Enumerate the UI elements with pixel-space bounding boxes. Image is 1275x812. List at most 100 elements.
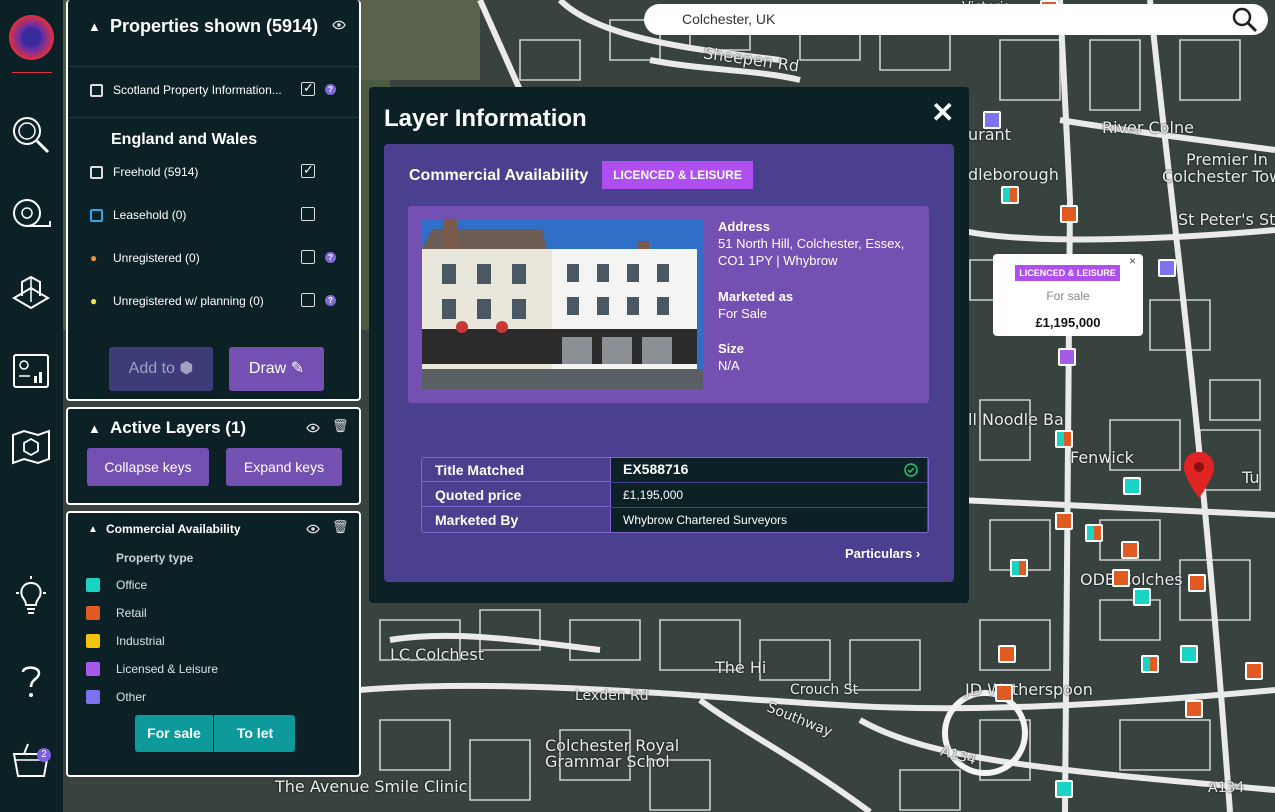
map-popup[interactable]: LICENCED & LEISURE × For sale £1,195,000 [993, 254, 1143, 336]
map-label: JD Wetherspoon [965, 680, 1093, 699]
check-circle-icon [904, 463, 918, 477]
details-table: Title Matched EX588716 Quoted price £1,1… [421, 457, 929, 533]
map-marker[interactable] [1010, 559, 1028, 577]
checkbox[interactable] [90, 166, 103, 180]
help-icon[interactable]: ? [325, 84, 336, 95]
freehold-row[interactable]: Freehold (5914) [90, 165, 198, 180]
map-cube-icon[interactable] [10, 425, 52, 467]
row-label: Leasehold (0) [113, 208, 187, 222]
map-marker[interactable] [1123, 477, 1141, 495]
collapse-keys-button[interactable]: Collapse keys [87, 448, 209, 486]
map-label: The Hi [715, 658, 767, 677]
map-marker[interactable] [1121, 541, 1139, 559]
report-chart-icon[interactable] [10, 350, 52, 392]
unregistered-row[interactable]: ● Unregistered (0) [90, 251, 200, 265]
map-marker[interactable] [998, 645, 1016, 663]
checkbox[interactable] [90, 84, 103, 98]
close-icon[interactable]: ✕ [931, 96, 954, 129]
chevron-up-icon[interactable]: ▲ [88, 421, 101, 436]
checkbox[interactable] [301, 162, 315, 178]
eye-icon[interactable] [306, 423, 320, 433]
chevron-up-icon[interactable]: ▲ [88, 19, 101, 34]
lightbulb-icon[interactable] [10, 575, 52, 617]
checkbox[interactable] [301, 250, 315, 264]
map-marker[interactable] [1001, 186, 1019, 204]
measure-tape-icon[interactable] [10, 193, 52, 235]
map-label: St Peter's St [1178, 210, 1275, 229]
map-marker[interactable] [1133, 588, 1151, 606]
map-marker[interactable] [1058, 348, 1076, 366]
button-label: Add to [128, 360, 175, 377]
property-photo [422, 219, 703, 389]
other-color-key [86, 690, 100, 704]
key-label: Industrial [116, 634, 165, 648]
checkbox[interactable] [90, 209, 103, 223]
map-marker[interactable] [1085, 524, 1103, 542]
map-marker[interactable] [1188, 574, 1206, 592]
map-marker[interactable] [1158, 259, 1176, 277]
map-marker[interactable] [1141, 655, 1159, 673]
left-sidebar: 2 [0, 0, 63, 812]
map-marker[interactable] [1055, 780, 1073, 798]
map-marker[interactable] [1245, 662, 1263, 680]
sale-let-toggle: For sale To let [135, 715, 295, 752]
map-label: Lexden Rd [575, 688, 649, 704]
scotland-row[interactable]: Scotland Property Information... [90, 83, 282, 98]
address-field: Address 51 North Hill, Colchester, Essex… [718, 219, 904, 268]
map-marker[interactable] [1055, 512, 1073, 530]
key-label: Office [116, 578, 148, 592]
help-icon[interactable]: ? [325, 252, 336, 263]
industrial-color-key [86, 634, 100, 648]
trash-icon[interactable]: 🗑 [332, 519, 349, 535]
particulars-link[interactable]: Particulars › [845, 546, 920, 561]
chevron-up-icon[interactable]: ▲ [88, 524, 98, 535]
add-to-button[interactable]: Add to ⬢ [109, 347, 213, 391]
layer-card: Commercial Availability LICENCED & LEISU… [384, 144, 954, 582]
logo[interactable] [9, 15, 54, 60]
row-value: Whybrow Chartered Surveyors [610, 508, 927, 532]
help-icon[interactable] [10, 660, 52, 702]
layer-title: Commercial Availability [106, 522, 241, 536]
map-marker[interactable] [1060, 205, 1078, 223]
map-marker[interactable] [1180, 645, 1198, 663]
retail-color-key [86, 606, 100, 620]
checkbox[interactable] [301, 293, 315, 307]
to-let-button[interactable]: To let [215, 715, 295, 752]
building-layers-icon[interactable] [10, 272, 52, 314]
help-icon[interactable]: ? [325, 295, 336, 306]
location-pin-icon[interactable] [1184, 452, 1214, 498]
leasehold-row[interactable]: Leasehold (0) [90, 208, 187, 223]
for-sale-button[interactable]: For sale [135, 715, 214, 752]
divider [68, 66, 359, 67]
map-marker[interactable] [1112, 569, 1130, 587]
panel-title: Properties shown (5914) [110, 16, 319, 36]
search-icon[interactable] [1232, 7, 1258, 33]
section-title: England and Wales [111, 131, 258, 148]
expand-keys-button[interactable]: Expand keys [226, 448, 342, 486]
eye-icon[interactable] [332, 20, 346, 30]
basket-count-badge: 2 [37, 748, 51, 762]
close-icon[interactable]: × [1129, 254, 1136, 268]
map-marker[interactable] [983, 111, 1001, 129]
map-label: dleborough [968, 165, 1059, 184]
checkbox[interactable] [301, 80, 315, 96]
map-marker[interactable] [1055, 430, 1073, 448]
draw-button[interactable]: Draw ✎ [229, 347, 324, 391]
map-label: Fenwick [1070, 448, 1134, 467]
key-label: Retail [116, 606, 147, 620]
map-marker[interactable] [995, 684, 1013, 702]
trash-icon[interactable]: 🗑 [332, 418, 349, 434]
eye-icon[interactable] [306, 524, 320, 534]
map-label: ll Noodle Ba [968, 410, 1064, 429]
unregistered-planning-row[interactable]: ● Unregistered w/ planning (0) [90, 294, 264, 308]
search-map-icon[interactable] [10, 114, 52, 156]
layer-name: Commercial Availability [409, 167, 589, 184]
search-bar[interactable]: Colchester, UK [644, 4, 1268, 35]
field-label: Size [718, 341, 745, 356]
field-label: Marketed as [718, 289, 794, 304]
size-field: Size N/A [718, 341, 744, 373]
office-color-key [86, 578, 100, 592]
checkbox[interactable] [301, 207, 315, 221]
map-marker[interactable] [1185, 700, 1203, 718]
search-input[interactable]: Colchester, UK [682, 11, 775, 27]
